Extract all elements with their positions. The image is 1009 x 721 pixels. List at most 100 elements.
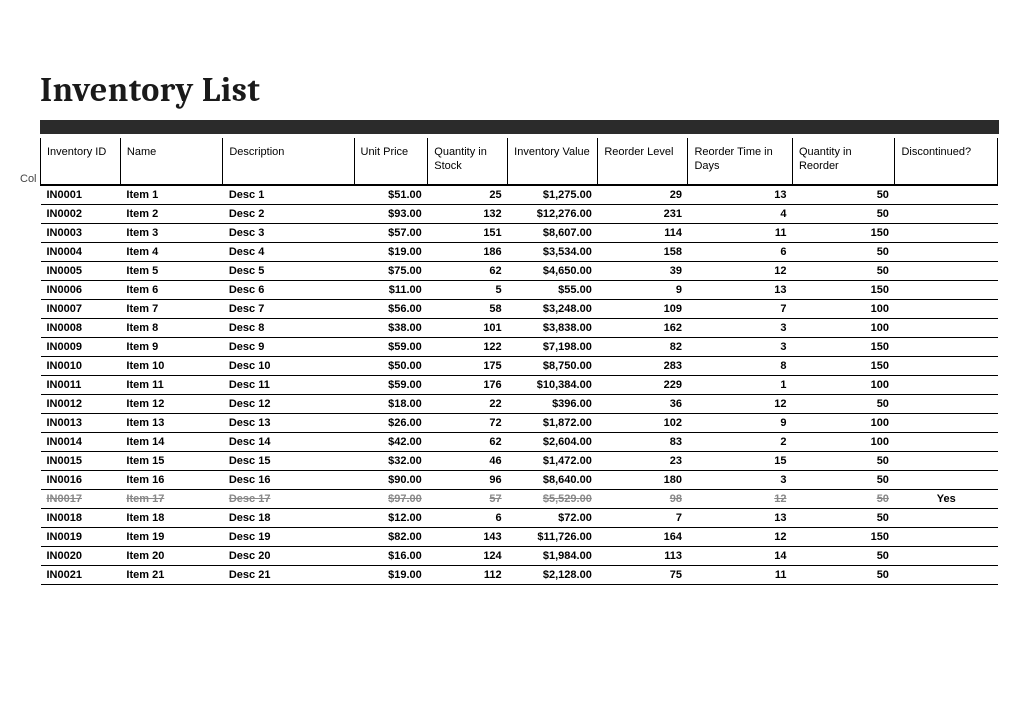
cell-re: 164 bbox=[598, 527, 688, 546]
cell-name: Item 5 bbox=[120, 261, 222, 280]
cell-val: $8,607.00 bbox=[508, 223, 598, 242]
cell-name: Item 10 bbox=[120, 356, 222, 375]
cell-qr: 100 bbox=[792, 432, 894, 451]
cell-rt: 13 bbox=[688, 508, 793, 527]
cell-qty: 46 bbox=[428, 451, 508, 470]
cell-price: $16.00 bbox=[354, 546, 428, 565]
cell-price: $57.00 bbox=[354, 223, 428, 242]
cell-re: 29 bbox=[598, 185, 688, 205]
cell-name: Item 1 bbox=[120, 185, 222, 205]
cell-price: $97.00 bbox=[354, 489, 428, 508]
cell-id: IN0012 bbox=[41, 394, 121, 413]
cell-id: IN0014 bbox=[41, 432, 121, 451]
cell-val: $1,872.00 bbox=[508, 413, 598, 432]
cell-qty: 112 bbox=[428, 565, 508, 584]
cell-qty: 132 bbox=[428, 204, 508, 223]
cell-disc bbox=[895, 261, 998, 280]
table-row: IN0001Item 1Desc 1$51.0025$1,275.0029135… bbox=[41, 185, 998, 205]
cell-rt: 12 bbox=[688, 394, 793, 413]
cell-name: Item 19 bbox=[120, 527, 222, 546]
side-label: Col bbox=[20, 173, 37, 185]
col-header-re: Reorder Level bbox=[598, 138, 688, 185]
cell-val: $55.00 bbox=[508, 280, 598, 299]
cell-re: 162 bbox=[598, 318, 688, 337]
cell-price: $93.00 bbox=[354, 204, 428, 223]
cell-desc: Desc 1 bbox=[223, 185, 354, 205]
cell-id: IN0008 bbox=[41, 318, 121, 337]
cell-val: $7,198.00 bbox=[508, 337, 598, 356]
cell-re: 82 bbox=[598, 337, 688, 356]
cell-disc bbox=[895, 394, 998, 413]
cell-desc: Desc 19 bbox=[223, 527, 354, 546]
cell-desc: Desc 4 bbox=[223, 242, 354, 261]
table-row: IN0010Item 10Desc 10$50.00175$8,750.0028… bbox=[41, 356, 998, 375]
cell-name: Item 9 bbox=[120, 337, 222, 356]
inventory-table: Inventory ID Name Description Unit Price… bbox=[40, 138, 998, 585]
table-header-row: Inventory ID Name Description Unit Price… bbox=[41, 138, 998, 185]
table-row: IN0002Item 2Desc 2$93.00132$12,276.00231… bbox=[41, 204, 998, 223]
cell-qr: 150 bbox=[792, 223, 894, 242]
cell-val: $1,472.00 bbox=[508, 451, 598, 470]
cell-rt: 1 bbox=[688, 375, 793, 394]
cell-qty: 22 bbox=[428, 394, 508, 413]
cell-id: IN0020 bbox=[41, 546, 121, 565]
cell-disc bbox=[895, 280, 998, 299]
table-row: IN0008Item 8Desc 8$38.00101$3,838.001623… bbox=[41, 318, 998, 337]
cell-qr: 50 bbox=[792, 185, 894, 205]
cell-desc: Desc 17 bbox=[223, 489, 354, 508]
cell-disc bbox=[895, 546, 998, 565]
cell-qr: 150 bbox=[792, 527, 894, 546]
cell-qr: 50 bbox=[792, 470, 894, 489]
table-row: IN0009Item 9Desc 9$59.00122$7,198.008231… bbox=[41, 337, 998, 356]
col-header-rt: Reorder Time in Days bbox=[688, 138, 793, 185]
cell-rt: 8 bbox=[688, 356, 793, 375]
cell-id: IN0013 bbox=[41, 413, 121, 432]
cell-qty: 101 bbox=[428, 318, 508, 337]
cell-disc bbox=[895, 470, 998, 489]
cell-rt: 3 bbox=[688, 470, 793, 489]
cell-disc bbox=[895, 508, 998, 527]
cell-rt: 13 bbox=[688, 185, 793, 205]
cell-qty: 122 bbox=[428, 337, 508, 356]
cell-desc: Desc 3 bbox=[223, 223, 354, 242]
cell-name: Item 17 bbox=[120, 489, 222, 508]
cell-qty: 143 bbox=[428, 527, 508, 546]
cell-qr: 50 bbox=[792, 508, 894, 527]
cell-qr: 50 bbox=[792, 565, 894, 584]
cell-price: $59.00 bbox=[354, 337, 428, 356]
cell-desc: Desc 16 bbox=[223, 470, 354, 489]
cell-id: IN0003 bbox=[41, 223, 121, 242]
cell-price: $75.00 bbox=[354, 261, 428, 280]
cell-disc bbox=[895, 185, 998, 205]
cell-qr: 100 bbox=[792, 375, 894, 394]
cell-desc: Desc 8 bbox=[223, 318, 354, 337]
cell-desc: Desc 7 bbox=[223, 299, 354, 318]
cell-disc bbox=[895, 451, 998, 470]
table-row: IN0012Item 12Desc 12$18.0022$396.0036125… bbox=[41, 394, 998, 413]
cell-desc: Desc 21 bbox=[223, 565, 354, 584]
cell-val: $2,604.00 bbox=[508, 432, 598, 451]
cell-name: Item 7 bbox=[120, 299, 222, 318]
cell-re: 36 bbox=[598, 394, 688, 413]
cell-id: IN0002 bbox=[41, 204, 121, 223]
cell-desc: Desc 12 bbox=[223, 394, 354, 413]
cell-price: $50.00 bbox=[354, 356, 428, 375]
cell-price: $26.00 bbox=[354, 413, 428, 432]
col-header-price: Unit Price bbox=[354, 138, 428, 185]
cell-re: 114 bbox=[598, 223, 688, 242]
table-row: IN0020Item 20Desc 20$16.00124$1,984.0011… bbox=[41, 546, 998, 565]
cell-price: $90.00 bbox=[354, 470, 428, 489]
cell-val: $1,275.00 bbox=[508, 185, 598, 205]
cell-desc: Desc 10 bbox=[223, 356, 354, 375]
cell-id: IN0001 bbox=[41, 185, 121, 205]
table-row: IN0004Item 4Desc 4$19.00186$3,534.001586… bbox=[41, 242, 998, 261]
cell-re: 109 bbox=[598, 299, 688, 318]
cell-val: $3,248.00 bbox=[508, 299, 598, 318]
cell-qty: 6 bbox=[428, 508, 508, 527]
cell-desc: Desc 20 bbox=[223, 546, 354, 565]
cell-disc bbox=[895, 242, 998, 261]
cell-qty: 96 bbox=[428, 470, 508, 489]
cell-disc bbox=[895, 356, 998, 375]
col-header-val: Inventory Value bbox=[508, 138, 598, 185]
cell-disc: Yes bbox=[895, 489, 998, 508]
